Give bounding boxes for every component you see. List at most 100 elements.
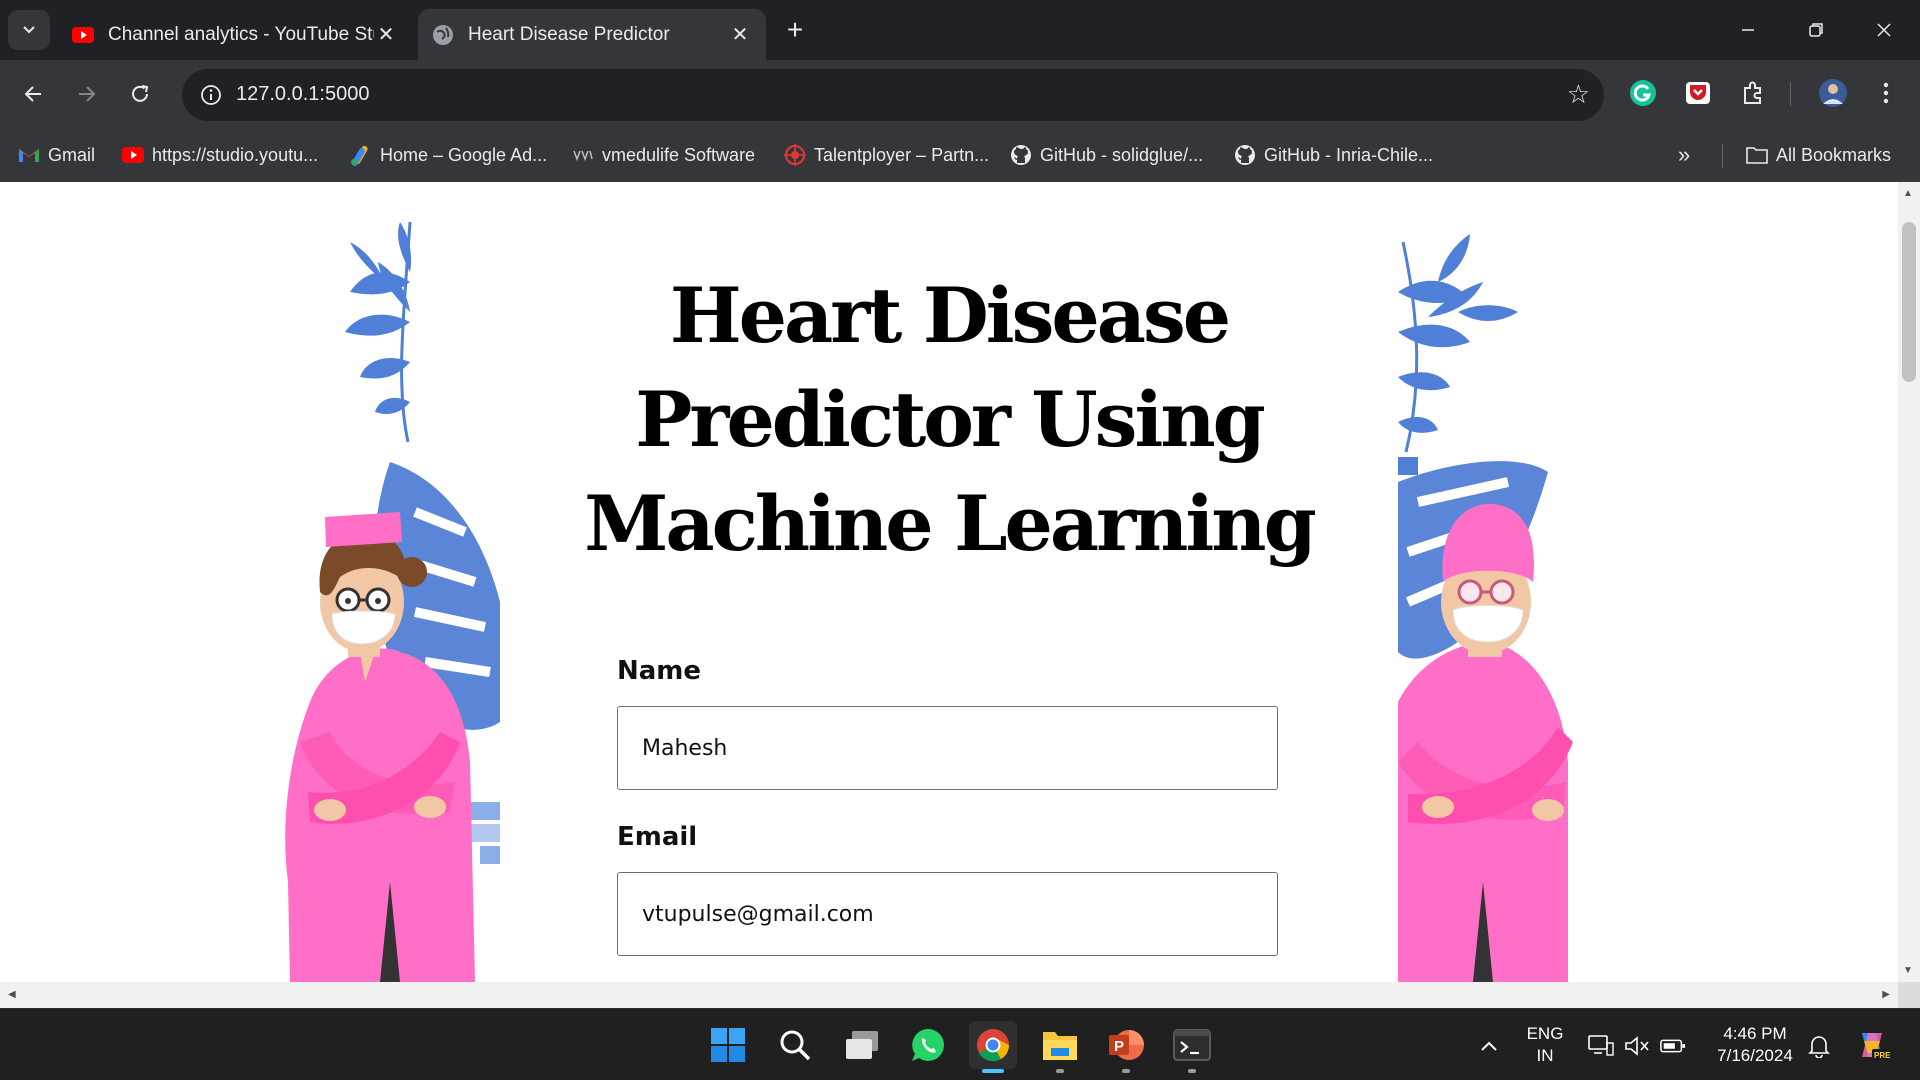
all-bookmarks-button[interactable]: All Bookmarks (1746, 140, 1891, 170)
bookmark-talentployer[interactable]: Talentployer – Partn... (784, 140, 989, 170)
reload-button[interactable] (120, 74, 160, 114)
bookmark-vmedulife[interactable]: vmedulife Software (572, 140, 755, 170)
bookmark-google-ads[interactable]: Home – Google Ad... (350, 140, 547, 170)
bookmark-label: GitHub - Inria-Chile... (1264, 144, 1434, 165)
tab-youtube-studio[interactable]: Channel analytics - YouTube Studio ✕ (58, 9, 412, 60)
clock-date: 7/16/2024 (1717, 1046, 1793, 1065)
tab-search-button[interactable] (8, 10, 50, 50)
bookmark-youtube-studio[interactable]: https://studio.youtu... (122, 140, 318, 170)
file-explorer-icon (1043, 1032, 1077, 1060)
show-hidden-icons-chevron-icon[interactable] (1476, 1033, 1502, 1059)
bookmark-github-inria[interactable]: GitHub - Inria-Chile... (1234, 140, 1433, 170)
google-ads-icon (350, 144, 372, 166)
email-input[interactable] (617, 872, 1278, 956)
restore-button[interactable] (1786, 8, 1846, 52)
profile-avatar[interactable] (1815, 75, 1851, 111)
scroll-down-arrow-icon[interactable]: ▼ (1903, 965, 1913, 976)
browser-menu-icon[interactable] (1868, 75, 1904, 111)
name-input[interactable] (617, 706, 1278, 790)
site-info-icon[interactable] (196, 80, 226, 110)
email-label: Email (617, 822, 698, 852)
scroll-left-arrow-icon[interactable]: ◀ (8, 989, 16, 1000)
whatsapp-icon (912, 1029, 944, 1061)
volume-muted-icon[interactable] (1624, 1033, 1650, 1059)
talentployer-icon (784, 144, 806, 166)
grammarly-extension-icon[interactable] (1625, 75, 1661, 111)
whatsapp-button[interactable] (904, 1021, 952, 1069)
gmail-icon (18, 144, 40, 166)
pocket-extension-icon[interactable] (1680, 75, 1716, 111)
clock[interactable]: 4:46 PM 7/16/2024 (1700, 1023, 1810, 1067)
task-view-button[interactable] (838, 1021, 886, 1069)
scroll-right-arrow-icon[interactable]: ▶ (1882, 989, 1890, 1000)
file-explorer-button[interactable] (1036, 1021, 1084, 1073)
bookmark-github-solidglue[interactable]: GitHub - solidglue/... (1010, 140, 1203, 170)
forward-arrow-icon (79, 86, 96, 102)
tab-title: Channel analytics - YouTube Studio (108, 23, 374, 45)
svg-text:P: P (1114, 1038, 1124, 1055)
forward-button[interactable] (66, 74, 106, 114)
youtube-icon (122, 144, 144, 166)
address-bar[interactable]: 127.0.0.1:5000 ☆ (182, 69, 1604, 121)
toolbar-divider (1790, 82, 1791, 106)
page-title: Heart Disease Predictor Using Machine Le… (584, 271, 1316, 568)
back-button[interactable] (14, 74, 54, 114)
task-view-icon (846, 1031, 878, 1059)
bookmark-label: Gmail (48, 144, 96, 165)
terminal-button[interactable] (1168, 1021, 1216, 1073)
bookmark-label: https://studio.youtu... (152, 144, 319, 165)
network-icon[interactable] (1588, 1033, 1614, 1059)
bookmark-label: GitHub - solidglue/... (1040, 144, 1204, 165)
minimize-icon (1742, 29, 1754, 31)
horizontal-scrollbar[interactable]: ◀ ▶ (0, 982, 1898, 1008)
scrollbar-corner (1898, 982, 1920, 1008)
tab-heart-disease-predictor[interactable]: Heart Disease Predictor ✕ (418, 9, 766, 60)
search-icon (780, 1030, 811, 1061)
close-tab-icon[interactable]: ✕ (374, 22, 398, 47)
close-tab-icon[interactable]: ✕ (728, 22, 752, 47)
powerpoint-button[interactable]: P (1102, 1021, 1150, 1073)
clock-time: 4:46 PM (1723, 1024, 1787, 1043)
battery-icon[interactable] (1660, 1033, 1686, 1059)
chrome-icon (977, 1029, 1010, 1062)
svg-text:PRE: PRE (1874, 1051, 1890, 1060)
bookmark-star-icon[interactable]: ☆ (1567, 79, 1590, 110)
language-code: ENG (1526, 1024, 1564, 1043)
terminal-icon (1173, 1029, 1211, 1061)
start-button[interactable] (704, 1021, 752, 1069)
scroll-up-arrow-icon[interactable]: ▲ (1903, 188, 1913, 199)
nurse-illustration-left (285, 221, 500, 982)
search-button[interactable] (771, 1021, 819, 1069)
url-text[interactable]: 127.0.0.1:5000 (236, 83, 369, 106)
scrollbar-thumb[interactable] (1902, 222, 1916, 382)
github-icon (1234, 144, 1256, 166)
bookmark-label: Talentployer – Partn... (814, 144, 990, 165)
github-icon (1010, 144, 1032, 166)
back-arrow-icon (24, 86, 41, 102)
extensions-puzzle-icon[interactable] (1735, 75, 1771, 111)
more-bookmarks-button[interactable]: » (1678, 140, 1690, 170)
bookmarks-bar: Gmail https://studio.youtu... Home – Goo… (0, 128, 1920, 182)
close-window-button[interactable] (1854, 8, 1914, 52)
reload-icon (132, 85, 149, 102)
chevron-down-icon (23, 26, 35, 34)
copilot-icon[interactable]: PRE (1854, 1027, 1890, 1063)
vertical-scrollbar[interactable]: ▲ ▼ (1898, 182, 1920, 982)
new-tab-button[interactable]: + (780, 12, 810, 48)
bookmark-gmail[interactable]: Gmail (18, 140, 95, 170)
youtube-icon (72, 24, 94, 46)
bookmarks-divider (1722, 144, 1723, 168)
tab-title: Heart Disease Predictor (468, 23, 670, 45)
folder-icon (1746, 144, 1768, 166)
surgeon-illustration-right (1398, 234, 1573, 982)
active-indicator (982, 1069, 1004, 1073)
running-indicator (1188, 1069, 1196, 1073)
start-icon (711, 1028, 745, 1062)
tab-strip: Channel analytics - YouTube Studio ✕ Hea… (0, 0, 1920, 60)
bookmark-label: All Bookmarks (1776, 144, 1892, 165)
language-indicator[interactable]: ENG IN (1520, 1023, 1570, 1067)
notification-bell-icon[interactable] (1806, 1033, 1832, 1059)
chrome-button[interactable] (969, 1021, 1017, 1073)
minimize-button[interactable] (1718, 8, 1778, 52)
bookmark-label: vmedulife Software (602, 144, 756, 165)
